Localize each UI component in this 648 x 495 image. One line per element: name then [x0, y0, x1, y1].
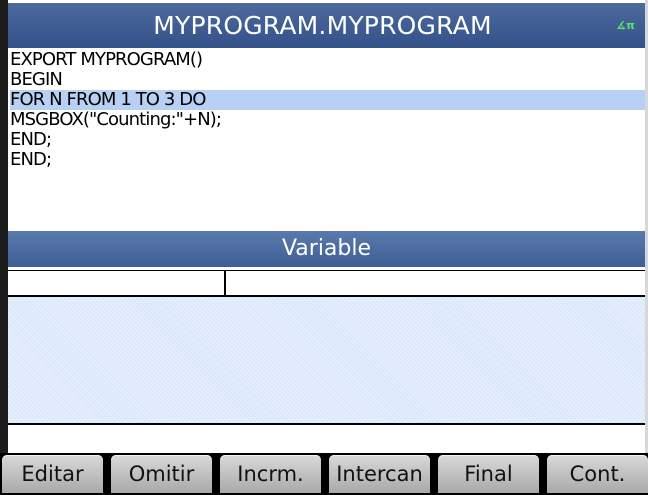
- variable-watch-table[interactable]: [8, 270, 645, 425]
- code-line-current[interactable]: FOR N FROM 1 TO 3 DO: [10, 90, 645, 110]
- variable-panel-title: Variable: [281, 236, 372, 261]
- angle-mode-icon: ∡π: [616, 19, 635, 32]
- softkey-cont[interactable]: Cont.: [547, 455, 648, 493]
- program-title-bar: MYPROGRAM.MYPROGRAM ∡π: [8, 3, 645, 48]
- softkey-omitir[interactable]: Omitir: [111, 455, 212, 493]
- calculator-screen: MYPROGRAM.MYPROGRAM ∡π EXPORT MYPROGRAM(…: [0, 0, 648, 495]
- softkey-intercan[interactable]: Intercan: [329, 455, 430, 493]
- program-title: MYPROGRAM.MYPROGRAM: [153, 11, 492, 40]
- softkey-editar[interactable]: Editar: [2, 455, 103, 493]
- softkey-menu: Editar Omitir Incrm. Intercan Final Cont…: [0, 453, 648, 495]
- softkey-incrm[interactable]: Incrm.: [220, 455, 321, 493]
- code-line[interactable]: END;: [10, 130, 645, 150]
- variable-table-row[interactable]: [8, 271, 645, 297]
- variable-panel-header: Variable: [8, 231, 645, 267]
- column-divider: [224, 271, 226, 295]
- program-code-editor[interactable]: EXPORT MYPROGRAM() BEGIN FOR N FROM 1 TO…: [10, 50, 645, 230]
- code-line[interactable]: EXPORT MYPROGRAM(): [10, 50, 645, 70]
- code-line[interactable]: END;: [10, 150, 645, 170]
- screen-left-border: [0, 0, 8, 453]
- code-line[interactable]: MSGBOX("Counting:"+N);: [10, 110, 645, 130]
- softkey-final[interactable]: Final: [438, 455, 539, 493]
- code-line[interactable]: BEGIN: [10, 70, 645, 90]
